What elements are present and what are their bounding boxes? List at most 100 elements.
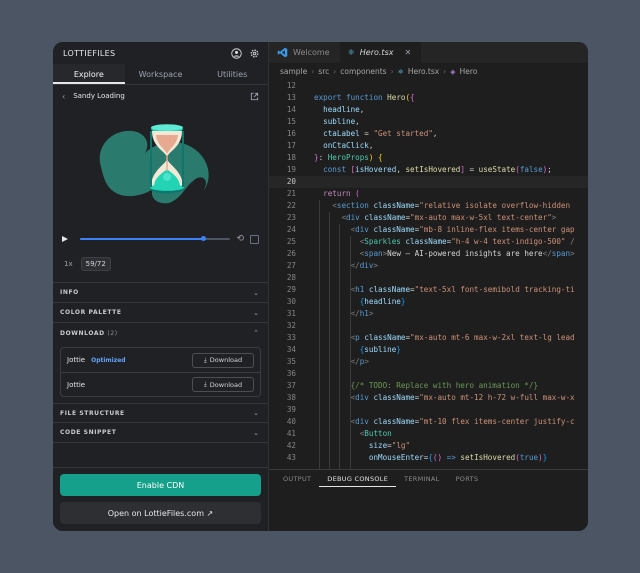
line-number: 13 [286,93,296,102]
code-line[interactable]: 38 <div className="mx-auto mt-12 h-72 w-… [269,392,588,404]
breadcrumb-item[interactable]: sample [280,67,307,76]
section-file-structure[interactable]: FILE STRUCTURE ⌄ [53,403,268,423]
tab-output[interactable]: OUTPUT [275,470,319,486]
code-line[interactable]: 23 <div className="mx-auto max-w-5xl tex… [269,212,588,224]
code-text: <div className="mx-auto max-w-5xl text-c… [341,213,557,222]
code-line[interactable]: 32 [269,320,588,332]
back-chevron-icon[interactable]: ‹ [62,92,65,101]
section-label: CODE SNIPPET [60,429,117,436]
bottom-panel-tabs: OUTPUT DEBUG CONSOLE TERMINAL PORTS [269,469,588,531]
tab-explore[interactable]: Explore [53,64,125,84]
section-code-snippet[interactable]: CODE SNIPPET ⌄ [53,423,268,443]
line-number: 31 [286,309,296,318]
code-line[interactable]: 14 headline, [269,104,588,116]
code-line[interactable]: 34 {subline} [269,344,588,356]
chevron-down-icon: ⌄ [253,308,259,317]
section-info[interactable]: INFO ⌄ [53,283,268,303]
code-line[interactable]: 43 onMouseEnter={() => setIsHovered(true… [269,452,588,464]
line-number: 26 [286,249,296,258]
hourglass-animation [99,124,209,204]
breadcrumb-item[interactable]: Hero [460,67,478,76]
react-file-icon: ⚛ [347,48,355,57]
code-line[interactable]: 17 onCtaClick, [269,140,588,152]
download-button[interactable]: ⤓ Download [192,377,254,392]
tab-terminal[interactable]: TERMINAL [396,470,447,486]
tab-workspace[interactable]: Workspace [125,64,197,84]
play-icon[interactable] [62,236,68,242]
code-text: {subline} [359,345,401,354]
progress-knob[interactable] [201,236,207,241]
list-item: Jottie ⤓ Download [61,372,260,396]
download-count: (2) [107,329,118,337]
code-line[interactable]: 30 {headline} [269,296,588,308]
breadcrumb-item[interactable]: components [340,67,386,76]
breadcrumb-item[interactable]: src [318,67,329,76]
code-line[interactable]: 39 [269,404,588,416]
line-number: 42 [286,441,296,450]
code-line[interactable]: 25 <Sparkles className="h-4 w-4 text-ind… [269,236,588,248]
line-number: 22 [286,201,296,210]
background-toggle-icon[interactable] [250,234,259,244]
tab-ports[interactable]: PORTS [448,470,487,486]
gear-icon[interactable] [249,48,260,59]
code-text: <div className="mt-10 flex items-center … [350,417,575,426]
code-line[interactable]: 40 <div className="mt-10 flex items-cent… [269,416,588,428]
code-line[interactable]: 18}: HeroProps) { [269,152,588,164]
code-line[interactable]: 24 <div className="mb-8 inline-flex item… [269,224,588,236]
breadcrumb: sample › src › components › ⚛ Hero.tsx ›… [269,63,588,80]
close-icon[interactable]: ✕ [404,48,411,57]
code-line[interactable]: 15 subline, [269,116,588,128]
tab-welcome[interactable]: Welcome [269,42,340,63]
line-number: 34 [286,345,296,354]
frame-counter: 59/72 [80,256,111,271]
external-link-icon[interactable] [250,92,259,101]
line-number: 39 [286,405,296,414]
section-color-palette[interactable]: COLOR PALETTE ⌄ [53,303,268,323]
progress-slider[interactable] [80,236,231,241]
code-line[interactable]: 27 </div> [269,260,588,272]
open-lottiefiles-button[interactable]: Open on LottieFiles.com ↗ [60,502,261,524]
download-button[interactable]: ⤓ Download [192,352,254,368]
code-line[interactable]: 35 </p> [269,356,588,368]
chevron-right-icon: › [333,67,337,76]
code-line[interactable]: 41 <Button [269,428,588,440]
code-line[interactable]: 26 <span>New — AI-powered insights are h… [269,248,588,260]
speed-selector[interactable]: 1x [64,260,73,268]
code-line[interactable]: 22 <section className="relative isolate … [269,200,588,212]
download-list: Jottie Optimized ⤓ Download Jottie ⤓ Downlo… [60,347,261,397]
code-text: <div className="mb-8 inline-flex items-c… [350,225,575,234]
code-line[interactable]: 36 [269,368,588,380]
code-line[interactable]: 42 size="lg" [269,440,588,452]
code-area[interactable]: 12 13 export function Hero({14 headline, 15… [269,80,588,531]
breadcrumb-item[interactable]: Hero.tsx [408,67,439,76]
tab-label: Hero.tsx [359,48,394,57]
code-line[interactable]: 33 <p className="mx-auto mt-6 max-w-2xl … [269,332,588,344]
enable-cdn-button[interactable]: Enable CDN [60,474,261,496]
tab-hero-tsx[interactable]: ⚛ Hero.tsx ✕ [339,42,422,63]
panel-header: LOTTIEFILES [53,42,268,64]
code-line[interactable]: 29 <h1 className="text-5xl font-semibold… [269,284,588,296]
code-text: return ( [323,189,360,198]
loop-icon[interactable]: ⟲ [236,234,244,244]
tab-utilities[interactable]: Utilities [196,64,268,84]
code-line[interactable]: 19 const [isHovered, setIsHovered] = use… [269,164,588,176]
code-line[interactable]: 31 </h1> [269,308,588,320]
code-line[interactable]: 28 [269,272,588,284]
tab-debug-console[interactable]: DEBUG CONSOLE [319,470,397,487]
code-editor: Welcome ⚛ Hero.tsx ✕ sample › src › comp… [269,42,588,531]
tab-label: Welcome [293,48,330,57]
code-line[interactable]: 16 ctaLabel = "Get started", [269,128,588,140]
code-line[interactable]: 37 {/* TODO: Replace with hero animation… [269,380,588,392]
section-download[interactable]: DOWNLOAD (2) ⌃ [53,323,268,343]
code-text: ctaLabel = "Get started", [323,129,438,138]
user-icon[interactable] [231,47,242,59]
code-line[interactable]: 21 return ( [269,188,588,200]
code-line[interactable]: 20 [269,176,588,188]
code-text: <div className="mx-auto mt-12 h-72 w-ful… [350,393,575,402]
code-line[interactable]: 12 [269,80,588,92]
code-text: onCtaClick, [323,141,374,150]
code-line[interactable]: 13 export function Hero({ [269,92,588,104]
